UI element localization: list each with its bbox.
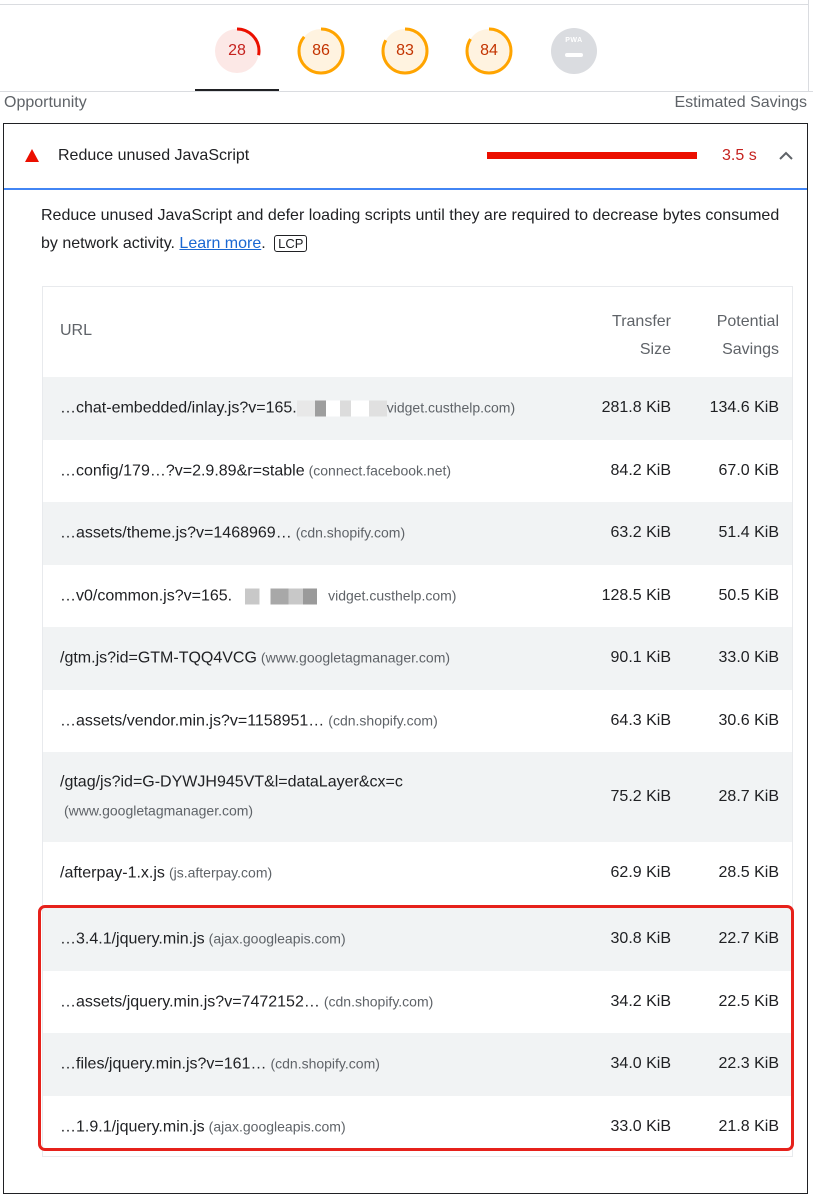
audit-title: Reduce unused JavaScript [58, 147, 250, 164]
url-text: …chat-embedded/inlay.js?v=165. [60, 399, 297, 417]
column-header-transfer-size: Transfer Size [591, 308, 671, 364]
section-divider [0, 91, 813, 92]
savings-bar [487, 152, 697, 159]
column-header-line: Size [639, 341, 671, 358]
url-domain: (www.googletagmanager.com) [64, 802, 254, 819]
score-gauge-accessibility[interactable]: 86 [297, 27, 345, 75]
url-domain: vidget.custhelp.com) [328, 587, 457, 604]
description-period: . [261, 235, 266, 252]
row-potential-savings: 33.0 KiB [718, 649, 779, 667]
table-row: …v0/common.js?v=165. vidget.custhelp.com)… [43, 565, 792, 628]
lcp-badge: LCP [274, 235, 308, 252]
row-url[interactable]: /afterpay-1.x.js (js.afterpay.com) [60, 859, 580, 888]
row-url[interactable]: /gtm.js?id=GTM-TQQ4VCG (www.googletagmana… [60, 644, 580, 673]
score-gauge-seo[interactable]: 84 [465, 27, 513, 75]
score-value: 86 [312, 42, 330, 59]
row-potential-savings: 30.6 KiB [718, 711, 779, 729]
audit-description: Reduce unused JavaScript and defer loadi… [41, 202, 781, 258]
column-header-line: Potential [716, 313, 779, 330]
table-row: /afterpay-1.x.js (js.afterpay.com) 62.9 K… [43, 842, 792, 905]
row-transfer-size: 84.2 KiB [610, 461, 671, 479]
row-potential-savings: 28.5 KiB [718, 864, 779, 882]
url-text: /gtm.js?id=GTM-TQQ4VCG [60, 649, 257, 667]
column-header-potential-savings: Potential Savings [689, 308, 779, 364]
url-domain: vidget.custhelp.com) [386, 399, 516, 416]
url-text: …v0/common.js?v=165. [60, 587, 233, 605]
row-transfer-size: 63.2 KiB [610, 524, 671, 542]
row-potential-savings: 28.7 KiB [718, 788, 779, 805]
score-gauge-best-practices[interactable]: 83 [381, 27, 429, 75]
column-header-url: URL [60, 322, 93, 339]
table-row: …chat-embedded/inlay.js?v=165. vidget.cus… [43, 377, 792, 440]
url-domain: (www.googletagmanager.com) [260, 649, 451, 666]
table-row: …config/179…?v=2.9.89&r=stable (connect.f… [43, 440, 792, 503]
redacted-block [296, 400, 387, 417]
row-potential-savings: 50.5 KiB [718, 586, 779, 604]
row-url[interactable]: …assets/vendor.min.js?v=1158951… (cdn.sho… [60, 706, 580, 735]
audit-savings: 3.5 s [722, 147, 757, 164]
row-transfer-size: 75.2 KiB [610, 788, 671, 805]
row-transfer-size: 281.8 KiB [601, 399, 671, 417]
fail-triangle-icon [25, 149, 39, 162]
score-gauge-performance[interactable]: 28 [213, 27, 261, 75]
row-transfer-size: 128.5 KiB [601, 586, 671, 604]
estimated-savings-header: Estimated Savings [674, 94, 807, 111]
opportunity-header: Opportunity [4, 94, 87, 111]
row-transfer-size: 90.1 KiB [610, 649, 671, 667]
pwa-badge-icon [551, 28, 597, 74]
url-text: /afterpay-1.x.js [60, 864, 165, 882]
url-text: …config/179…?v=2.9.89&r=stable [60, 462, 305, 480]
row-potential-savings: 134.6 KiB [709, 399, 779, 417]
row-url[interactable]: …assets/theme.js?v=1468969… (cdn.shopify.… [60, 519, 580, 548]
score-value: 84 [480, 42, 498, 59]
url-text: /gtag/js?id=G-DYWJH945VT&l=dataLayer&cx=… [60, 773, 403, 791]
row-potential-savings: 51.4 KiB [718, 524, 779, 542]
row-potential-savings: 67.0 KiB [718, 461, 779, 479]
row-transfer-size: 64.3 KiB [610, 711, 671, 729]
column-header-line: Savings [722, 341, 779, 358]
url-domain: (cdn.shopify.com) [328, 712, 438, 729]
table-row: …assets/vendor.min.js?v=1158951… (cdn.sho… [43, 690, 792, 753]
url-domain: (connect.facebook.net) [308, 462, 452, 479]
column-header-line: Transfer [612, 313, 671, 330]
score-gauge-pwa[interactable]: PWA [550, 27, 598, 75]
row-transfer-size: 62.9 KiB [610, 864, 671, 882]
row-url[interactable]: …chat-embedded/inlay.js?v=165. vidget.cus… [60, 394, 580, 423]
score-gauges: 28 86 83 84 PWA [0, 27, 813, 77]
url-domain: (cdn.shopify.com) [295, 524, 406, 541]
row-url[interactable]: …config/179…?v=2.9.89&r=stable (connect.f… [60, 456, 580, 485]
table-row: /gtag/js?id=G-DYWJH945VT&l=dataLayer&cx=… [43, 752, 792, 842]
score-value: 83 [396, 42, 414, 59]
table-header: URL Transfer Size Potential Savings [43, 287, 792, 377]
row-url[interactable]: /gtag/js?id=G-DYWJH945VT&l=dataLayer&cx=… [60, 769, 560, 826]
redacted-block [238, 588, 329, 605]
url-text: …assets/vendor.min.js?v=1158951… [60, 712, 325, 730]
description-text: Reduce unused JavaScript and defer loadi… [41, 207, 780, 252]
pwa-dash-icon [565, 53, 583, 57]
score-value: 28 [228, 42, 246, 59]
chevron-up-icon[interactable] [776, 146, 796, 166]
url-domain: (js.afterpay.com) [168, 864, 273, 881]
learn-more-link[interactable]: Learn more [179, 235, 261, 252]
row-url[interactable]: …v0/common.js?v=165. vidget.custhelp.com) [60, 581, 580, 610]
table-row: …assets/theme.js?v=1468969… (cdn.shopify.… [43, 502, 792, 565]
jquery-rows-highlight [38, 905, 794, 1151]
url-text: …assets/theme.js?v=1468969… [60, 524, 292, 542]
top-divider [0, 4, 808, 5]
audit-header[interactable]: Reduce unused JavaScript 3.5 s [4, 124, 807, 190]
table-row: /gtm.js?id=GTM-TQQ4VCG (www.googletagmana… [43, 627, 792, 690]
pwa-label: PWA [565, 37, 583, 44]
